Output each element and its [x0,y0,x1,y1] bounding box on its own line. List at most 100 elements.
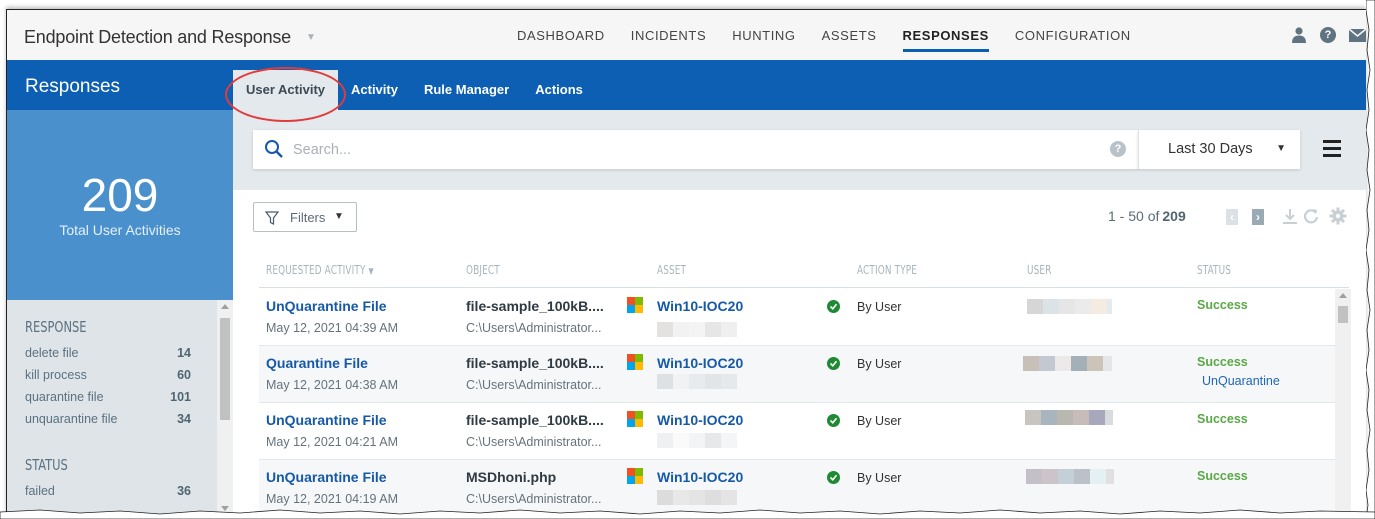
facet-item[interactable]: failed 36 [25,480,191,502]
windows-icon [627,468,643,484]
facet-sidebar: RESPONSE delete file 14 kill process 60 qu… [7,300,233,514]
table-row[interactable]: UnQuarantine File May 12, 2021 04:39 AM … [259,289,1349,346]
object-name: MSDhoni.php [466,469,557,485]
activity-link[interactable]: UnQuarantine File [266,469,387,485]
facet-count: 60 [177,368,191,382]
pagination-info: 1 - 50 of 209 [1108,208,1186,224]
search-area: ? Last 30 Days ▼ [233,110,1366,190]
filters-button[interactable]: Filters ▼ [253,202,357,232]
date-range-select[interactable]: Last 30 Days ▼ [1138,130,1300,169]
top-icons: ? [1290,26,1366,44]
redacted-user [1026,469,1114,484]
nav-hunting[interactable]: HUNTING [732,10,795,60]
section-title: Responses [25,76,121,97]
gear-icon[interactable] [1329,207,1347,230]
activity-link[interactable]: UnQuarantine File [266,298,387,314]
main-nav: DASHBOARD INCIDENTS HUNTING ASSETS RESPO… [517,10,1157,60]
filter-funnel-icon [264,211,280,228]
redacted-asset-detail [657,374,737,389]
app-switcher-caret-icon[interactable]: ▼ [306,32,316,43]
facet-count: 36 [177,484,191,498]
download-icon[interactable] [1282,207,1298,230]
action-type: By User [857,471,902,485]
next-page-button[interactable]: › [1252,209,1264,225]
facet-label: quarantine file [25,390,104,404]
asset-link[interactable]: Win10-IOC20 [657,298,743,314]
scroll-up-icon[interactable] [221,304,229,309]
table-row[interactable]: UnQuarantine File May 12, 2021 04:19 AM … [259,460,1349,514]
main-content: ? Last 30 Days ▼ Filters ▼ 1 - 50 of209 … [233,110,1366,514]
filters-label: Filters [290,210,326,225]
search-input[interactable] [293,130,1073,169]
redacted-user [1027,299,1112,314]
redacted-user [1025,410,1113,425]
facet-heading-status: STATUS [25,456,68,474]
activity-date: May 12, 2021 04:38 AM [266,378,399,392]
nav-responses[interactable]: RESPONSES [902,10,990,60]
object-name: file-sample_100kB.... [466,298,604,314]
redacted-asset-detail [657,490,737,505]
table-scrollbar[interactable] [1335,289,1351,514]
check-circle-icon [827,357,840,370]
col-action-type[interactable]: ACTION TYPE [857,263,917,277]
user-icon[interactable] [1290,26,1308,44]
nav-incidents[interactable]: INCIDENTS [631,10,706,60]
col-requested-activity[interactable]: REQUESTED ACTIVITY ▼ [266,263,374,277]
col-status[interactable]: STATUS [1197,263,1231,277]
facet-label: failed [25,484,55,498]
facet-item[interactable]: quarantine file 101 [25,386,191,408]
sidebar-scrollbar[interactable] [217,300,233,514]
scroll-up-icon[interactable] [1339,293,1347,298]
nav-configuration[interactable]: CONFIGURATION [1015,10,1131,60]
tab-activity[interactable]: Activity [338,70,411,110]
total-label: Total User Activities [59,222,181,238]
object-path: C:\Users\Administrator... [466,321,602,335]
check-circle-icon [827,300,840,313]
hamburger-menu-icon[interactable] [1323,140,1341,161]
object-name: file-sample_100kB.... [466,355,604,371]
search-box: ? [253,130,1138,169]
object-path: C:\Users\Administrator... [466,435,602,449]
facet-heading-response: RESPONSE [25,318,87,336]
date-range-value: Last 30 Days [1168,141,1253,157]
facet-item[interactable]: unquarantine file 34 [25,408,191,430]
asset-link[interactable]: Win10-IOC20 [657,355,743,371]
mail-icon[interactable] [1348,26,1366,44]
col-asset[interactable]: ASSET [657,263,686,277]
nav-dashboard[interactable]: DASHBOARD [517,10,605,60]
asset-link[interactable]: Win10-IOC20 [657,469,743,485]
asset-link[interactable]: Win10-IOC20 [657,412,743,428]
facet-count: 14 [177,346,191,360]
col-object[interactable]: OBJECT [466,263,500,277]
tab-rule-manager[interactable]: Rule Manager [411,70,522,110]
facet-item[interactable]: kill process 60 [25,364,191,386]
windows-icon [627,354,643,370]
top-navigation-bar: Endpoint Detection and Response ▼ DASHBO… [7,10,1366,60]
status-badge: Success [1197,469,1248,483]
search-help-icon[interactable]: ? [1110,141,1126,157]
facet-label: unquarantine file [25,412,118,426]
activity-link[interactable]: Quarantine File [266,355,368,371]
scrollbar-thumb[interactable] [220,318,230,420]
scrollbar-thumb[interactable] [1338,306,1348,323]
prev-page-button[interactable]: ‹ [1226,209,1238,225]
refresh-icon[interactable] [1303,207,1319,230]
check-circle-icon [827,471,840,484]
tab-user-activity[interactable]: User Activity [233,70,338,110]
nav-assets[interactable]: ASSETS [822,10,877,60]
action-type: By User [857,300,902,314]
activity-link[interactable]: UnQuarantine File [266,412,387,428]
tab-actions[interactable]: Actions [522,70,596,110]
torn-edge-right [1366,0,1375,519]
activity-date: May 12, 2021 04:39 AM [266,321,399,335]
table-row[interactable]: UnQuarantine File May 12, 2021 04:21 AM … [259,403,1349,460]
sort-caret-icon[interactable]: ▼ [369,267,374,277]
table-row[interactable]: Quarantine File May 12, 2021 04:38 AM fi… [259,346,1349,403]
col-user[interactable]: USER [1027,263,1052,277]
object-name: file-sample_100kB.... [466,412,604,428]
pager-range: 1 - 50 of [1108,208,1160,224]
help-icon[interactable]: ? [1319,26,1337,44]
facet-item[interactable]: delete file 14 [25,342,191,364]
undo-action-link[interactable]: UnQuarantine [1202,374,1280,388]
app-title[interactable]: Endpoint Detection and Response [24,27,291,48]
